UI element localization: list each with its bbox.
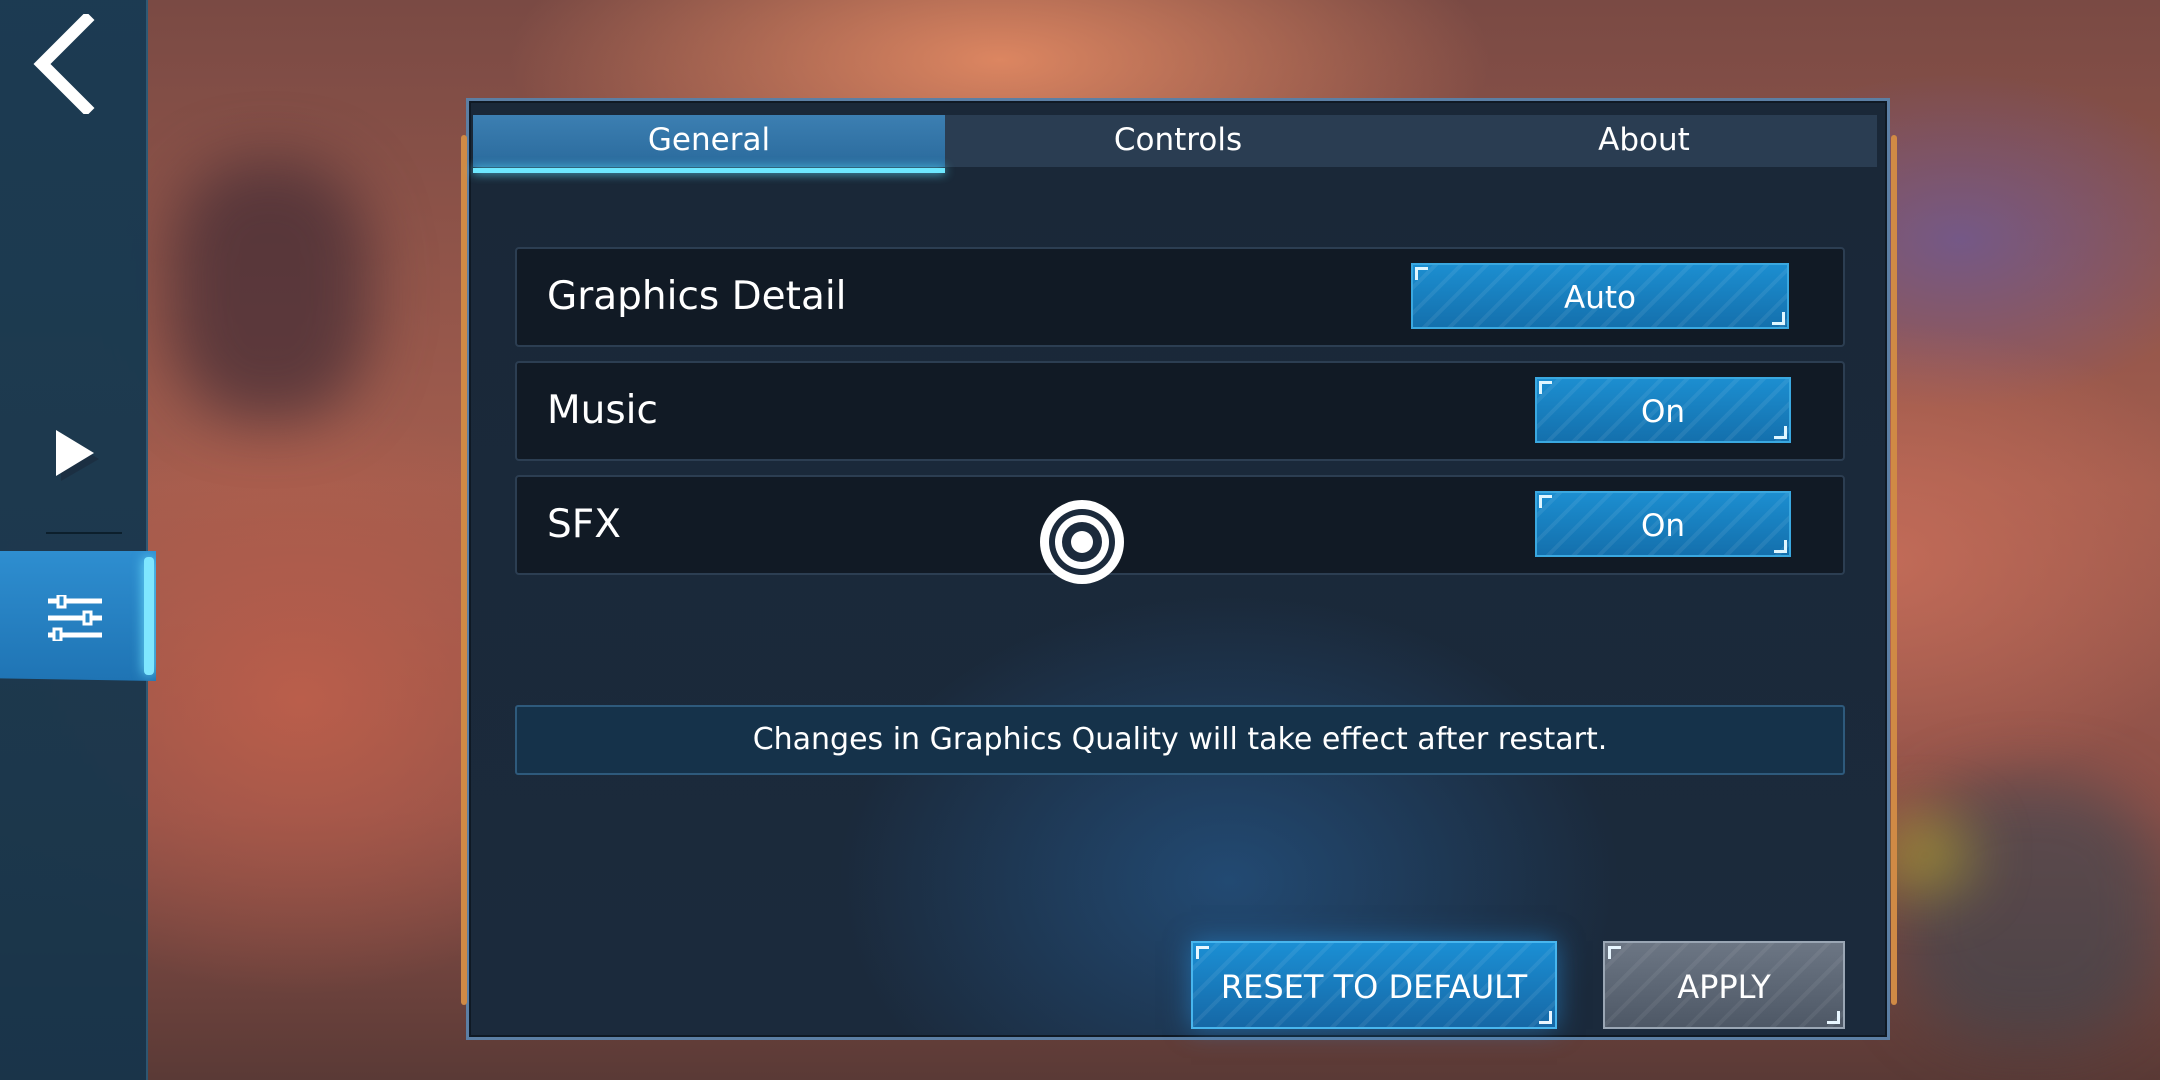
setting-label: Graphics Detail: [547, 274, 847, 319]
play-icon[interactable]: [52, 426, 102, 482]
panel-accent: [461, 135, 467, 1005]
tab-general[interactable]: General: [473, 115, 945, 173]
setting-row-music: Music On: [515, 361, 1845, 461]
sfx-toggle[interactable]: On: [1535, 491, 1791, 557]
restart-notice: Changes in Graphics Quality will take ef…: [515, 705, 1845, 775]
music-toggle[interactable]: On: [1535, 377, 1791, 443]
back-arrow-icon[interactable]: [28, 11, 108, 117]
panel-accent: [1891, 135, 1897, 1005]
sidebar-item-settings[interactable]: [0, 551, 156, 681]
sidebar-divider: [46, 532, 122, 534]
sidebar: [0, 0, 156, 1080]
touch-cursor-icon: [1037, 497, 1127, 587]
tab-bar: General Controls About: [473, 115, 1877, 173]
settings-sliders-icon: [46, 593, 104, 643]
setting-row-sfx: SFX On: [515, 475, 1845, 575]
apply-button[interactable]: APPLY: [1603, 941, 1845, 1029]
tab-controls[interactable]: Controls: [945, 115, 1411, 167]
background-blur: [170, 160, 370, 420]
settings-panel: General Controls About Graphics Detail A…: [461, 98, 1897, 1040]
setting-label: Music: [547, 388, 658, 433]
setting-row-graphics-detail: Graphics Detail Auto: [515, 247, 1845, 347]
active-indicator: [144, 557, 154, 675]
reset-to-default-button[interactable]: RESET TO DEFAULT: [1191, 941, 1557, 1029]
setting-label: SFX: [547, 502, 621, 547]
background-blur: [1900, 780, 2160, 1040]
graphics-detail-selector[interactable]: Auto: [1411, 263, 1789, 329]
tab-about[interactable]: About: [1411, 115, 1877, 167]
